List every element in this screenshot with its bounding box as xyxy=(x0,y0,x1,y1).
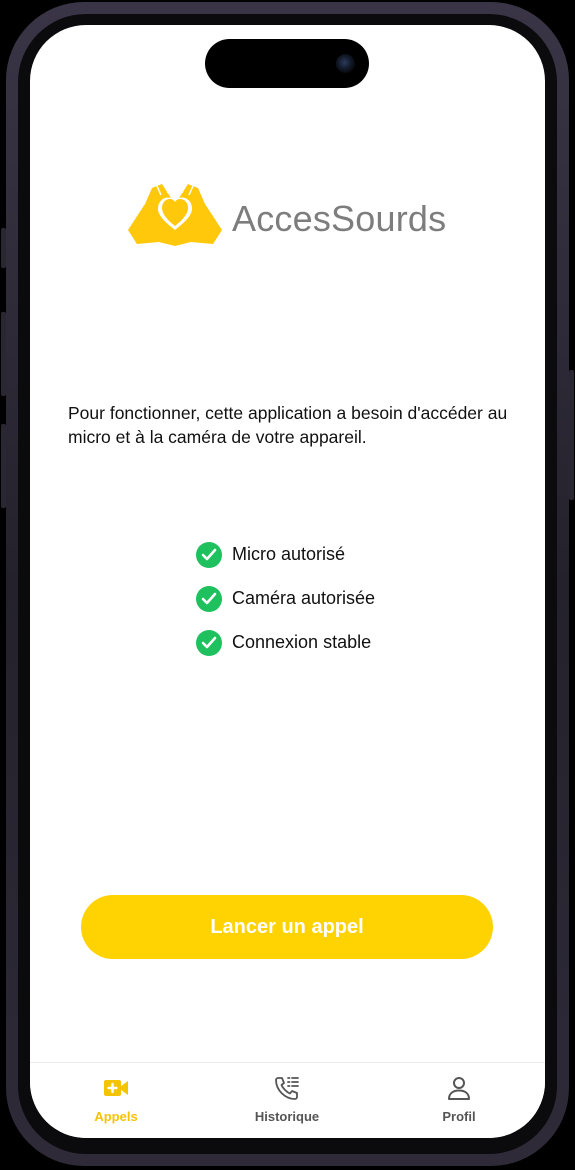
user-icon xyxy=(448,1077,470,1100)
tab-historique[interactable]: Historique xyxy=(227,1063,347,1138)
volume-down-button xyxy=(1,424,6,508)
check-circle-icon xyxy=(196,630,222,656)
tab-profil[interactable]: Profil xyxy=(399,1063,519,1138)
volume-up-button xyxy=(1,312,6,396)
tab-label: Profil xyxy=(442,1109,476,1124)
front-camera xyxy=(336,54,355,73)
app-logo: AccesSourds xyxy=(125,182,465,252)
action-button xyxy=(1,228,6,268)
call-history-icon xyxy=(275,1077,299,1100)
tab-label: Historique xyxy=(254,1109,320,1124)
check-circle-icon xyxy=(196,542,222,568)
power-button xyxy=(569,370,574,500)
start-call-button[interactable]: Lancer un appel xyxy=(81,895,493,959)
check-label: Caméra autorisée xyxy=(232,588,376,608)
heart-hands-icon xyxy=(128,184,222,246)
dynamic-island xyxy=(205,39,369,88)
check-label: Connexion stable xyxy=(232,632,372,652)
tab-label: Appels xyxy=(94,1109,138,1124)
app-screen: AccesSourds Pour fonctionner, cette appl… xyxy=(30,25,545,1138)
video-call-icon xyxy=(104,1080,128,1096)
tab-appels[interactable]: Appels xyxy=(56,1063,176,1138)
check-circle-icon xyxy=(196,586,222,612)
check-label: Micro autorisé xyxy=(232,544,346,564)
tab-bar: Appels Historique Profil xyxy=(30,1062,545,1138)
start-call-label: Lancer un appel xyxy=(210,915,364,938)
brand-name: AccesSourds xyxy=(232,198,447,239)
permission-message: Pour fonctionner, cette application a be… xyxy=(68,403,508,447)
